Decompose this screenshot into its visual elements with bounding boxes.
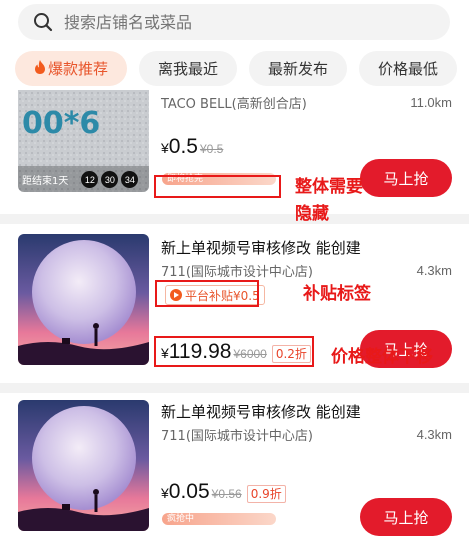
buy-button[interactable]: 马上抢	[360, 159, 452, 197]
price-currency: ¥	[161, 140, 169, 156]
search-icon	[26, 5, 60, 39]
deal-list[interactable]: 00*6 距结束1天 12 30 34 TACO BELL(高新创合店) 11.…	[0, 90, 469, 551]
flame-icon	[34, 59, 46, 78]
shop-name: 711(国际城市设计中心店)	[161, 265, 313, 280]
countdown-hours: 12	[81, 171, 99, 188]
item-image	[18, 234, 149, 365]
divider	[0, 383, 469, 393]
distance: 4.3km	[416, 427, 452, 442]
search-bar[interactable]	[18, 4, 450, 40]
item-title: 新上单视频号审核修改 能创建	[161, 403, 361, 421]
tab-label: 爆款推荐	[47, 60, 108, 78]
discount-badge: 0.9折	[246, 485, 286, 503]
annotation-box-hide	[154, 175, 281, 198]
tab-hot[interactable]: 爆款推荐	[15, 51, 127, 86]
tab-label: 最新发布	[267, 60, 328, 78]
tab-nearest[interactable]: 离我最近	[139, 51, 237, 86]
annotation-box-price	[154, 336, 314, 367]
distance: 11.0km	[410, 95, 452, 110]
status-progress: 疯抢中	[162, 513, 276, 525]
countdown-label: 距结束1天	[22, 176, 69, 187]
tab-label: 价格最低	[377, 60, 438, 78]
buy-button[interactable]: 马上抢	[360, 498, 452, 536]
price-amount: 0.5	[168, 135, 198, 158]
countdown: 距结束1天 12 30 34	[22, 171, 139, 188]
filter-tabs: 爆款推荐 离我最近 最新发布 价格最低	[15, 51, 469, 88]
status-text: 疯抢中	[167, 514, 195, 524]
price-currency: ¥	[161, 485, 169, 501]
original-price: ¥0.5	[200, 142, 224, 156]
price: ¥ 0.5 ¥0.5	[161, 135, 223, 159]
price-amount: 0.05	[168, 480, 210, 503]
search-input[interactable]	[64, 12, 450, 32]
tab-label: 离我最近	[157, 60, 218, 78]
shop-name: TACO BELL(高新创合店)	[161, 97, 307, 112]
shop-name: 711(国际城市设计中心店)	[161, 429, 313, 444]
distance: 4.3km	[416, 263, 452, 278]
original-price: ¥0.56	[211, 487, 242, 501]
svg-text:00*6: 00*6	[22, 106, 100, 141]
tab-lowest-price[interactable]: 价格最低	[359, 51, 457, 86]
annotation-hide: 整体需要 隐藏	[295, 177, 363, 224]
price: ¥ 0.05 ¥0.56 0.9折	[161, 480, 286, 504]
countdown-minutes: 30	[101, 171, 119, 188]
tab-newest[interactable]: 最新发布	[249, 51, 347, 86]
divider	[0, 214, 469, 224]
item-title: 新上单视频号审核修改 能创建	[161, 239, 361, 257]
item-image	[18, 400, 149, 531]
annotation-box-subsidy	[155, 280, 259, 307]
countdown-seconds: 34	[121, 171, 139, 188]
annotation-subsidy: 补贴标签	[303, 284, 371, 304]
annotation-price: 价格整体下移	[331, 347, 433, 367]
list-item[interactable]: 新上单视频号审核修改 能创建 711(国际城市设计中心店) 4.3km ¥ 0.…	[0, 400, 469, 550]
item-image: 00*6 距结束1天 12 30 34	[18, 90, 149, 192]
